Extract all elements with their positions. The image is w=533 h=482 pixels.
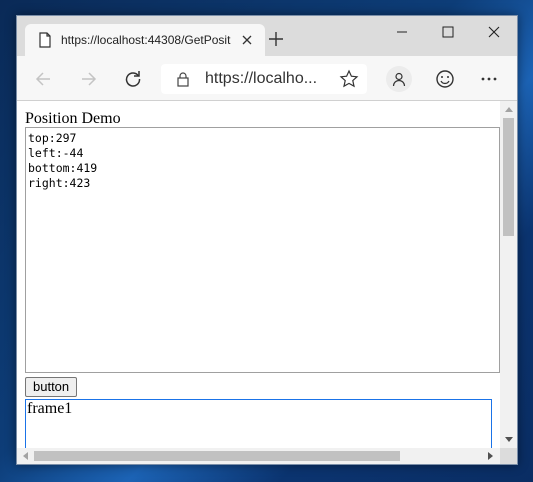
address-bar[interactable]: https://localho...: [161, 64, 367, 94]
url-text[interactable]: https://localho...: [205, 70, 317, 88]
document-icon: [37, 32, 53, 48]
more-menu-icon[interactable]: [475, 65, 503, 93]
output-line: top:297: [28, 131, 77, 145]
frame1-iframe[interactable]: frame1: [25, 399, 492, 448]
minimize-icon[interactable]: [379, 16, 425, 48]
favorite-star-icon[interactable]: [339, 69, 359, 89]
feedback-smiley-icon[interactable]: [431, 65, 459, 93]
browser-tab[interactable]: https://localhost:44308/GetPositi: [25, 24, 265, 56]
profile-icon[interactable]: [385, 65, 413, 93]
output-line: right:423: [28, 176, 91, 190]
address-toolbar: https://localho...: [17, 56, 517, 101]
tab-title: https://localhost:44308/GetPositi: [61, 33, 231, 47]
horizontal-scroll-thumb[interactable]: [34, 451, 400, 461]
maximize-icon[interactable]: [425, 16, 471, 48]
scroll-left-arrow-icon[interactable]: [23, 452, 28, 460]
vertical-scroll-thumb[interactable]: [503, 118, 514, 236]
output-line: left:-44: [28, 146, 84, 160]
frame-label: frame1: [27, 400, 73, 417]
forward-arrow-icon[interactable]: [77, 67, 101, 91]
page-content: Position Demo top:297 left:-44 bottom:419 r…: [17, 101, 500, 448]
position-output-textarea[interactable]: top:297 left:-44 bottom:419 right:423: [25, 127, 500, 373]
scroll-right-arrow-icon[interactable]: [488, 452, 493, 460]
back-arrow-icon[interactable]: [31, 67, 55, 91]
output-line: bottom:419: [28, 161, 98, 175]
scrollbar-corner: [500, 448, 517, 464]
scroll-down-arrow-icon[interactable]: [505, 437, 513, 442]
tab-strip: https://localhost:44308/GetPositi: [17, 16, 517, 56]
button[interactable]: button: [25, 377, 78, 397]
refresh-icon[interactable]: [121, 67, 145, 91]
scroll-up-arrow-icon[interactable]: [505, 107, 513, 112]
browser-window: https://localhost:44308/GetPositi https:…: [16, 15, 518, 465]
close-window-icon[interactable]: [471, 16, 517, 48]
vertical-scrollbar[interactable]: [500, 101, 517, 448]
page-title: Position Demo: [25, 110, 121, 127]
horizontal-scrollbar[interactable]: [17, 448, 500, 464]
tab-close-icon[interactable]: [239, 32, 255, 48]
lock-icon[interactable]: [175, 71, 191, 87]
new-tab-plus-icon[interactable]: [267, 30, 285, 48]
